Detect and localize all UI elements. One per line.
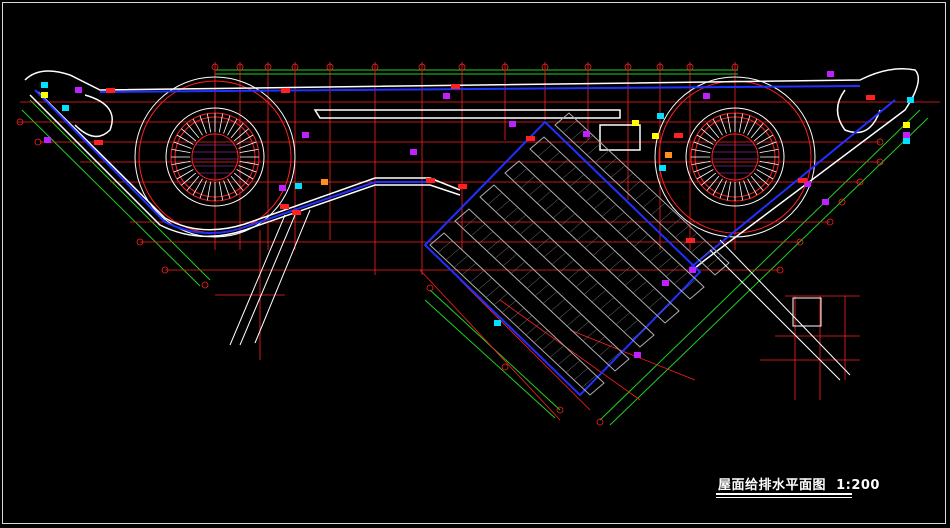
equipment-marker	[634, 352, 641, 358]
pipe-marker	[451, 84, 460, 89]
axis-bubble	[201, 281, 209, 289]
roof-panel	[529, 136, 705, 300]
equipment-marker	[907, 97, 914, 103]
drawing-title-name: 屋面给排水平面图	[718, 478, 827, 493]
roof-panel	[454, 208, 630, 372]
pipe-marker	[426, 178, 435, 183]
pipe-marker	[281, 88, 290, 93]
pipe-marker	[674, 133, 683, 138]
rotunda-rings-white	[134, 76, 816, 238]
title-underline	[716, 493, 852, 495]
equipment-marker	[410, 149, 417, 155]
pipe-marker	[458, 184, 467, 189]
equipment-marker	[657, 113, 664, 119]
equipment-marker	[703, 93, 710, 99]
axis-bubble	[501, 363, 509, 371]
equipment-marker	[903, 132, 910, 138]
equipment-marker	[443, 93, 450, 99]
axis-grid	[18, 62, 940, 421]
rotunda-spokes	[171, 113, 779, 201]
equipment-marker	[321, 179, 328, 185]
equipment-marker	[302, 132, 309, 138]
equipment-marker	[41, 92, 48, 98]
ramps	[229, 209, 851, 381]
equipment-marker	[62, 105, 69, 111]
pipe-marker	[280, 204, 289, 209]
equipment-marker	[659, 165, 666, 171]
title-block: 屋面给排水平面图 1:200	[716, 474, 879, 500]
equipment-markers	[41, 71, 914, 358]
equipment-marker	[509, 121, 516, 127]
pipe-marker	[94, 140, 103, 145]
equipment-marker	[689, 267, 696, 273]
equipment-marker	[583, 131, 590, 137]
dimension-lines	[21, 69, 929, 426]
pipe-marker	[686, 238, 695, 243]
equipment-marker	[44, 137, 51, 143]
axis-bubble	[838, 198, 846, 206]
roof-drainage-plan	[16, 62, 940, 426]
drawing-scale: 1:200	[836, 478, 880, 493]
equipment-marker	[632, 120, 639, 126]
pipe-marker	[798, 178, 807, 183]
rotunda-hatch	[192, 144, 758, 174]
equipment-marker	[662, 280, 669, 286]
equipment-marker	[822, 199, 829, 205]
equipment-marker	[652, 133, 659, 139]
equipment-marker	[75, 87, 82, 93]
drawing-title: 屋面给排水平面图 1:200	[718, 474, 880, 493]
pipe-marker	[106, 88, 115, 93]
pipe-marker	[292, 210, 301, 215]
equipment-marker	[903, 122, 910, 128]
equipment-marker	[295, 183, 302, 189]
pipe-marker	[526, 136, 535, 141]
pipe-marker	[866, 95, 875, 100]
title-underline-thin	[716, 497, 852, 498]
equipment-marker	[665, 152, 672, 158]
equipment-marker	[494, 320, 501, 326]
equipment-marker	[827, 71, 834, 77]
equipment-marker	[903, 138, 910, 144]
equipment-marker	[41, 82, 48, 88]
equipment-marker	[279, 185, 286, 191]
